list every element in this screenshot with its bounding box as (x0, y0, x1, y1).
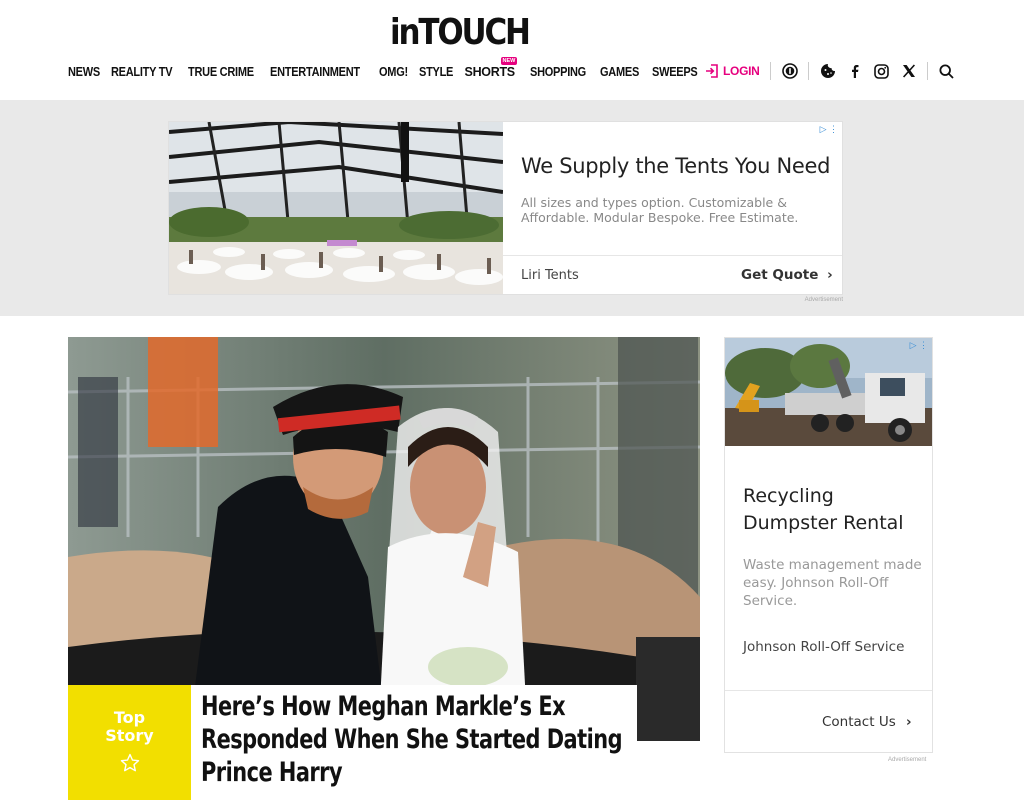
top-story-line1: Top (113, 708, 146, 727)
top-story-badge[interactable]: Top Story (68, 685, 191, 800)
divider (725, 690, 932, 691)
ad-choices-icon[interactable]: ▷ ⋮ (820, 124, 838, 135)
nav-item-sweeps[interactable]: SWEEPS (652, 65, 698, 79)
side-ad-title[interactable]: Recycling Dumpster Rental (743, 483, 923, 537)
nav-item-reality-tv[interactable]: REALITY TV (111, 65, 173, 79)
top-story-label: Top Story (68, 709, 191, 745)
nav-item-omg[interactable]: OMG! (379, 65, 408, 79)
logo-text: inTOUCH (390, 12, 531, 53)
nav-item-games[interactable]: GAMES (600, 65, 639, 79)
top-story-line2: Story (105, 726, 154, 745)
chevron-right-icon: › (906, 714, 912, 730)
main-nav: NEWS REALITY TV TRUE CRIME ENTERTAINMENT… (68, 57, 710, 81)
get-quote-label: Get Quote (741, 267, 819, 283)
side-ad-description: Waste management made easy. Johnson Roll… (743, 557, 922, 609)
advertisement-label: Advertisement (804, 297, 843, 303)
new-badge: NEW (500, 57, 518, 65)
cookie-icon[interactable] (819, 62, 837, 80)
nav-item-entertainment[interactable]: ENTERTAINMENT (270, 65, 360, 79)
login-icon (706, 64, 718, 78)
divider (503, 255, 842, 256)
side-ad[interactable]: ▷ ⋮ Recycling Dumpster Rental Waste mana… (724, 337, 933, 753)
site-header: inTOUCH NEWS REALITY TV TRUE CRIME ENTER… (0, 0, 1024, 100)
x-icon[interactable] (900, 62, 918, 80)
login-label: LOGIN (723, 64, 760, 78)
nav-item-true-crime[interactable]: TRUE CRIME (188, 65, 254, 79)
login-button[interactable]: LOGIN (705, 64, 760, 78)
banner-ad-description: All sizes and types option. Customizable… (521, 195, 799, 225)
accessibility-icon[interactable] (781, 62, 799, 80)
search-icon[interactable] (938, 62, 956, 80)
get-quote-button[interactable]: Get Quote › (741, 267, 833, 283)
instagram-icon[interactable] (873, 62, 891, 80)
nav-item-news[interactable]: NEWS (68, 65, 100, 79)
contact-us-button[interactable]: Contact Us › (822, 714, 912, 730)
chevron-right-icon: › (827, 267, 833, 283)
facebook-icon[interactable] (846, 62, 864, 80)
side-ad-advertiser: Johnson Roll-Off Service (743, 639, 905, 655)
headline-box: Here’s How Meghan Markle’s Ex Responded … (191, 685, 637, 800)
site-logo[interactable]: inTOUCH (390, 12, 531, 53)
divider (926, 62, 928, 80)
nav-item-shorts-wrap[interactable]: SHORTS NEW (465, 57, 522, 81)
divider (807, 62, 809, 80)
nav-item-shopping[interactable]: SHOPPING (530, 65, 586, 79)
nav-item-style[interactable]: STYLE (419, 65, 453, 79)
nav-item-shorts[interactable]: SHORTS (465, 65, 516, 79)
banner-ad-area: ▷ ⋮ We Supply the Tents You Need All siz… (0, 100, 1024, 316)
contact-us-label: Contact Us (822, 714, 896, 730)
advertisement-label: Advertisement (888, 757, 927, 763)
ad-choices-icon[interactable]: ▷ ⋮ (910, 340, 928, 351)
dumpster-truck-image[interactable] (725, 338, 932, 446)
banner-ad-title[interactable]: We Supply the Tents You Need (521, 154, 831, 178)
tent-event-image[interactable] (169, 122, 503, 294)
divider (769, 62, 771, 80)
top-story-headline[interactable]: Here’s How Meghan Markle’s Ex Responded … (201, 690, 631, 789)
header-tools: LOGIN (705, 60, 965, 82)
banner-ad[interactable]: ▷ ⋮ We Supply the Tents You Need All siz… (168, 121, 843, 295)
hero-image[interactable] (68, 337, 700, 741)
star-icon (120, 753, 140, 772)
banner-ad-advertiser: Liri Tents (521, 268, 579, 283)
